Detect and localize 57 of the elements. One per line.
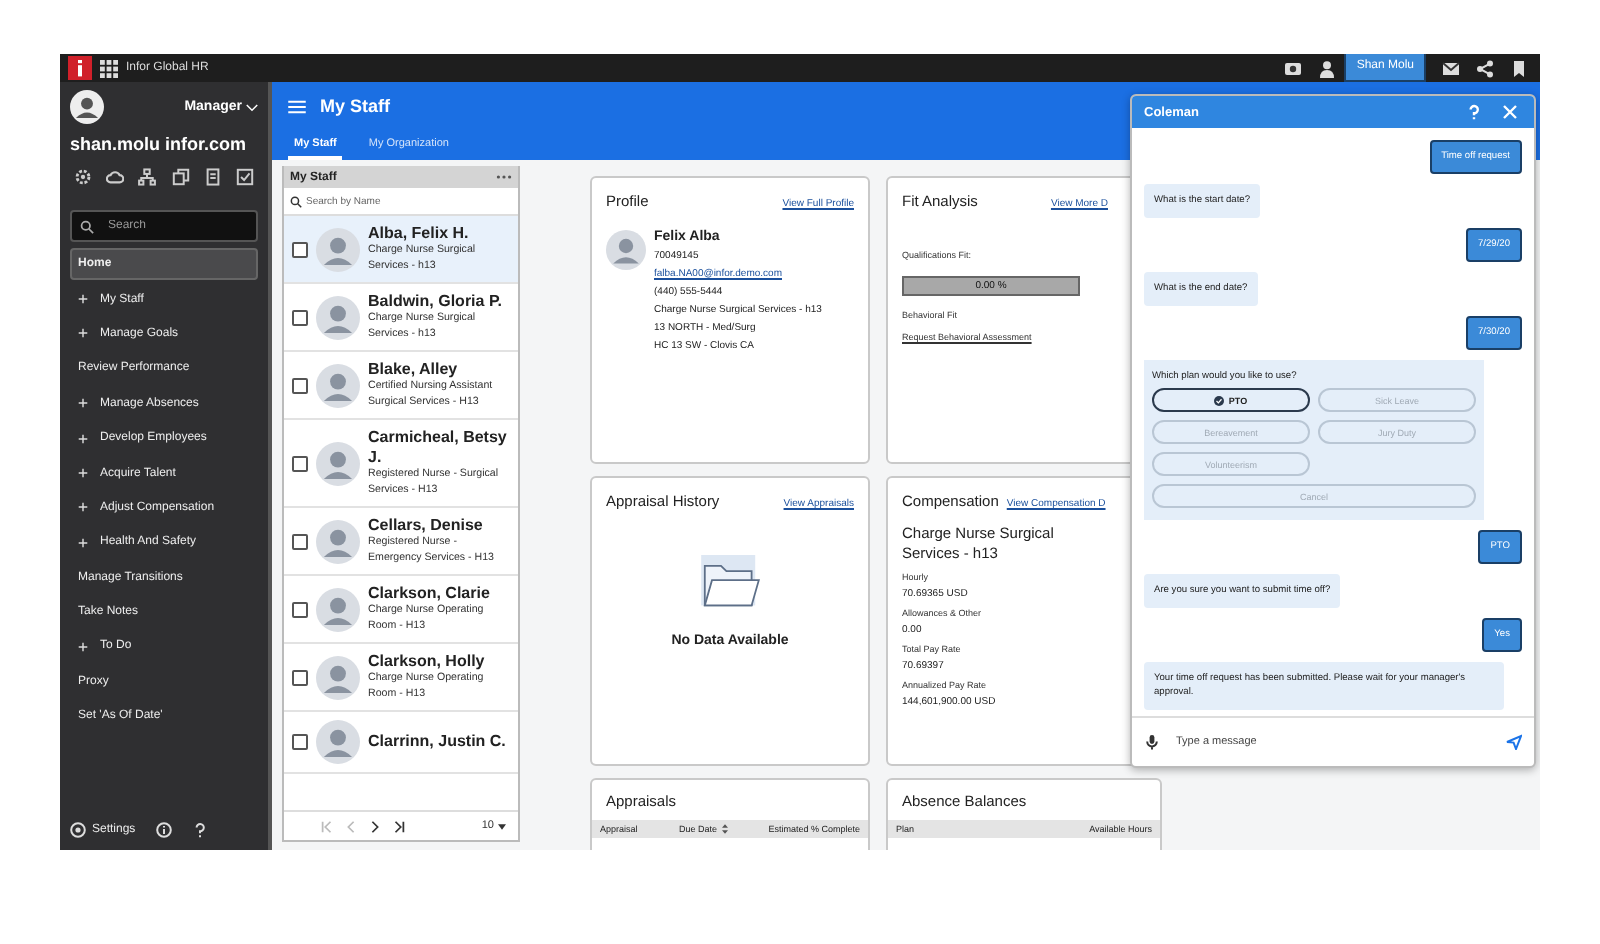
- staff-name: Clarkson, Holly: [368, 652, 487, 672]
- page-title: My Staff: [320, 96, 391, 116]
- avatar-icon: [316, 655, 360, 699]
- avatar-icon: [316, 720, 360, 764]
- search-icon: [290, 196, 302, 208]
- avatar-icon: [316, 519, 360, 563]
- checkbox[interactable]: [292, 377, 308, 393]
- avatar-icon: [70, 90, 104, 124]
- help-icon[interactable]: [191, 822, 208, 838]
- avatar-icon: [316, 363, 360, 407]
- next-page-icon[interactable]: [368, 819, 382, 833]
- document-icon[interactable]: [203, 168, 222, 186]
- more-icon[interactable]: [496, 174, 512, 180]
- send-icon[interactable]: [1506, 734, 1522, 750]
- copy-icon[interactable]: [171, 168, 190, 186]
- microphone-icon[interactable]: [1144, 734, 1160, 750]
- grid-icon[interactable]: [100, 59, 118, 77]
- checkbox[interactable]: [292, 241, 308, 257]
- checkbox[interactable]: [292, 309, 308, 325]
- avatar-icon: [606, 230, 646, 270]
- staff-name: Alba, Felix H.: [368, 224, 471, 244]
- avatar-icon: [316, 587, 360, 631]
- settings-icon[interactable]: [74, 168, 92, 186]
- cloud-icon[interactable]: [106, 168, 125, 186]
- mail-icon[interactable]: [1442, 59, 1460, 77]
- bookmark-icon[interactable]: [1510, 59, 1528, 77]
- check-circle-icon: [1214, 395, 1225, 405]
- avatar-icon: [316, 227, 360, 271]
- staff-name: Cellars, Denise: [368, 516, 485, 536]
- menu-icon[interactable]: [288, 99, 306, 113]
- settings-icon: [70, 822, 86, 838]
- close-icon[interactable]: [1502, 104, 1518, 120]
- avatar-icon: [316, 441, 360, 485]
- caret-icon: [246, 103, 258, 111]
- logo-icon: [68, 56, 92, 80]
- staff-row[interactable]: Clarrinn, Justin C.: [284, 712, 518, 774]
- checkbox[interactable]: [292, 455, 308, 471]
- org-chart-icon[interactable]: [138, 168, 157, 186]
- staff-name: Carmicheal, Betsy J.: [368, 428, 509, 468]
- camera-icon[interactable]: [1284, 59, 1303, 77]
- checkbox[interactable]: [292, 533, 308, 549]
- last-page-icon[interactable]: [392, 819, 406, 833]
- checkbox-icon[interactable]: [235, 168, 254, 186]
- user-email: shan.molu infor.com: [70, 134, 249, 154]
- person-icon[interactable]: [1318, 59, 1337, 77]
- checkbox[interactable]: [292, 669, 308, 685]
- avatar-icon: [316, 295, 360, 339]
- staff-name: Clarkson, Clarie: [368, 584, 492, 604]
- caret-icon: [498, 823, 506, 829]
- checkbox[interactable]: [292, 734, 308, 750]
- staff-name: Clarrinn, Justin C.: [368, 732, 508, 752]
- staff-name: Blake, Alley: [368, 360, 460, 380]
- staff-name: Baldwin, Gloria P.: [368, 292, 504, 312]
- share-icon[interactable]: [1476, 59, 1494, 77]
- checkbox[interactable]: [292, 601, 308, 617]
- search-icon: [80, 219, 94, 233]
- info-icon[interactable]: [155, 822, 172, 838]
